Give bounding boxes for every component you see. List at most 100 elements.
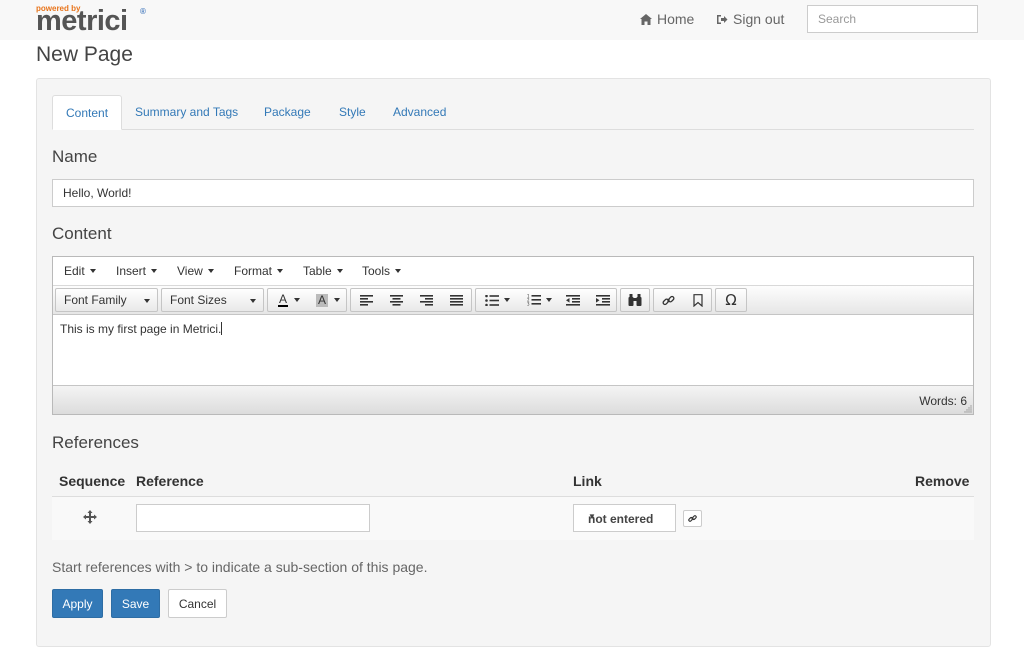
content-label: Content <box>52 224 112 243</box>
metrici-logo[interactable]: powered by metrici ® <box>36 4 156 37</box>
align-justify-icon <box>449 294 463 306</box>
chevron-down-icon <box>336 269 343 273</box>
home-link[interactable]: Home <box>640 11 694 27</box>
omega-icon: Ω <box>725 291 737 309</box>
chevron-down-icon <box>89 269 96 273</box>
menu-format-label: Format <box>234 264 273 278</box>
link-icon <box>662 295 675 305</box>
references-help-text: Start references with > to indicate a su… <box>52 559 428 575</box>
sign-out-link[interactable]: Sign out <box>716 11 784 27</box>
tab-package[interactable]: Package <box>251 95 324 130</box>
home-link-label: Home <box>657 11 695 27</box>
chevron-down-icon <box>334 298 340 302</box>
background-color-button[interactable]: A <box>309 289 347 311</box>
page-title: New Page <box>36 43 133 66</box>
chevron-down-icon <box>250 299 256 303</box>
chevron-down-icon <box>294 298 300 302</box>
sign-out-label: Sign out <box>733 11 785 27</box>
align-right-icon <box>419 294 433 306</box>
menu-insert-label: Insert <box>116 264 147 278</box>
align-center-icon <box>389 294 403 306</box>
color-group: A A <box>267 288 347 312</box>
special-character-button[interactable]: Ω <box>716 289 746 311</box>
resize-grip-icon[interactable] <box>964 405 972 413</box>
save-button[interactable]: Save <box>111 589 160 618</box>
text-cursor <box>221 322 223 335</box>
insert-link-button[interactable] <box>654 289 683 311</box>
chevron-down-icon <box>395 269 402 273</box>
find-replace-button[interactable] <box>621 289 649 311</box>
home-icon <box>640 13 652 25</box>
editor-menubar: Edit Insert View Format Table Tools <box>53 257 973 286</box>
tab-content[interactable]: Content <box>52 95 123 130</box>
align-right-button[interactable] <box>411 289 441 311</box>
text-color-button[interactable]: A <box>270 289 308 311</box>
bullet-list-icon <box>484 294 499 306</box>
tab-summary-and-tags[interactable]: Summary and Tags <box>122 95 251 130</box>
menu-insert[interactable]: Insert <box>116 264 158 278</box>
move-icon[interactable] <box>83 510 97 524</box>
svg-text:3: 3 <box>527 302 530 307</box>
sign-out-icon <box>717 14 728 24</box>
anchor-button[interactable] <box>683 289 712 311</box>
column-header-sequence: Sequence <box>59 473 126 489</box>
chevron-down-icon <box>207 269 214 273</box>
align-left-icon <box>359 294 373 306</box>
find-group <box>620 288 650 312</box>
menu-tools[interactable]: Tools <box>362 264 402 278</box>
menu-tools-label: Tools <box>362 264 391 278</box>
chevron-down-icon <box>144 299 150 303</box>
tab-bar: Content Summary and Tags Package Style A… <box>52 95 974 130</box>
editor-statusbar: Words: 6 <box>53 385 973 414</box>
editor-content-area[interactable]: This is my first page in Metrici. <box>53 315 973 385</box>
background-color-icon: A <box>315 292 328 307</box>
font-sizes-select[interactable]: Font Sizes <box>161 288 264 312</box>
search-input[interactable] <box>807 5 978 33</box>
list-group: 123 <box>475 288 617 312</box>
align-left-button[interactable] <box>351 289 381 311</box>
chevron-down-icon: ▼ <box>588 512 596 521</box>
special-char-group: Ω <box>715 288 747 312</box>
menu-format[interactable]: Format <box>234 264 284 278</box>
column-header-remove: Remove <box>915 473 970 489</box>
tab-style[interactable]: Style <box>326 95 379 130</box>
logo-wordmark: metrici <box>36 5 128 37</box>
menu-edit-label: Edit <box>64 264 85 278</box>
name-field[interactable] <box>52 179 974 207</box>
word-count: Words: 6 <box>919 394 967 408</box>
align-center-button[interactable] <box>381 289 411 311</box>
alignment-group <box>350 288 472 312</box>
tab-advanced[interactable]: Advanced <box>380 95 459 130</box>
reference-input[interactable] <box>136 504 370 532</box>
link-button[interactable] <box>683 510 702 527</box>
top-navbar: powered by metrici ® Home Sign out <box>0 0 1024 40</box>
cancel-button[interactable]: Cancel <box>168 589 227 618</box>
apply-button[interactable]: Apply <box>52 589 103 618</box>
chevron-down-icon <box>151 269 158 273</box>
bullet-list-button[interactable] <box>478 289 516 311</box>
menu-view[interactable]: View <box>177 264 214 278</box>
column-header-reference: Reference <box>136 473 204 489</box>
text-color-icon: A <box>277 292 288 307</box>
menu-table[interactable]: Table <box>303 264 343 278</box>
link-icon <box>688 515 697 522</box>
link-select[interactable]: not entered ▼ <box>573 504 676 532</box>
numbered-list-button[interactable]: 123 <box>520 289 558 311</box>
name-label: Name <box>52 147 98 166</box>
column-header-link: Link <box>573 473 602 489</box>
indent-button[interactable] <box>588 289 618 311</box>
menu-table-label: Table <box>303 264 332 278</box>
chevron-down-icon <box>545 298 552 302</box>
menu-view-label: View <box>177 264 203 278</box>
align-justify-button[interactable] <box>441 289 471 311</box>
chevron-down-icon <box>277 269 284 273</box>
outdent-icon <box>566 294 580 306</box>
outdent-button[interactable] <box>558 289 588 311</box>
bookmark-icon <box>692 293 703 307</box>
table-row: not entered ▼ <box>52 497 974 540</box>
font-family-label: Font Family <box>64 293 127 307</box>
font-family-select[interactable]: Font Family <box>55 288 158 312</box>
menu-edit[interactable]: Edit <box>64 264 96 278</box>
link-group <box>653 288 712 312</box>
rich-text-editor: Edit Insert View Format Table Tools Font… <box>52 256 974 415</box>
